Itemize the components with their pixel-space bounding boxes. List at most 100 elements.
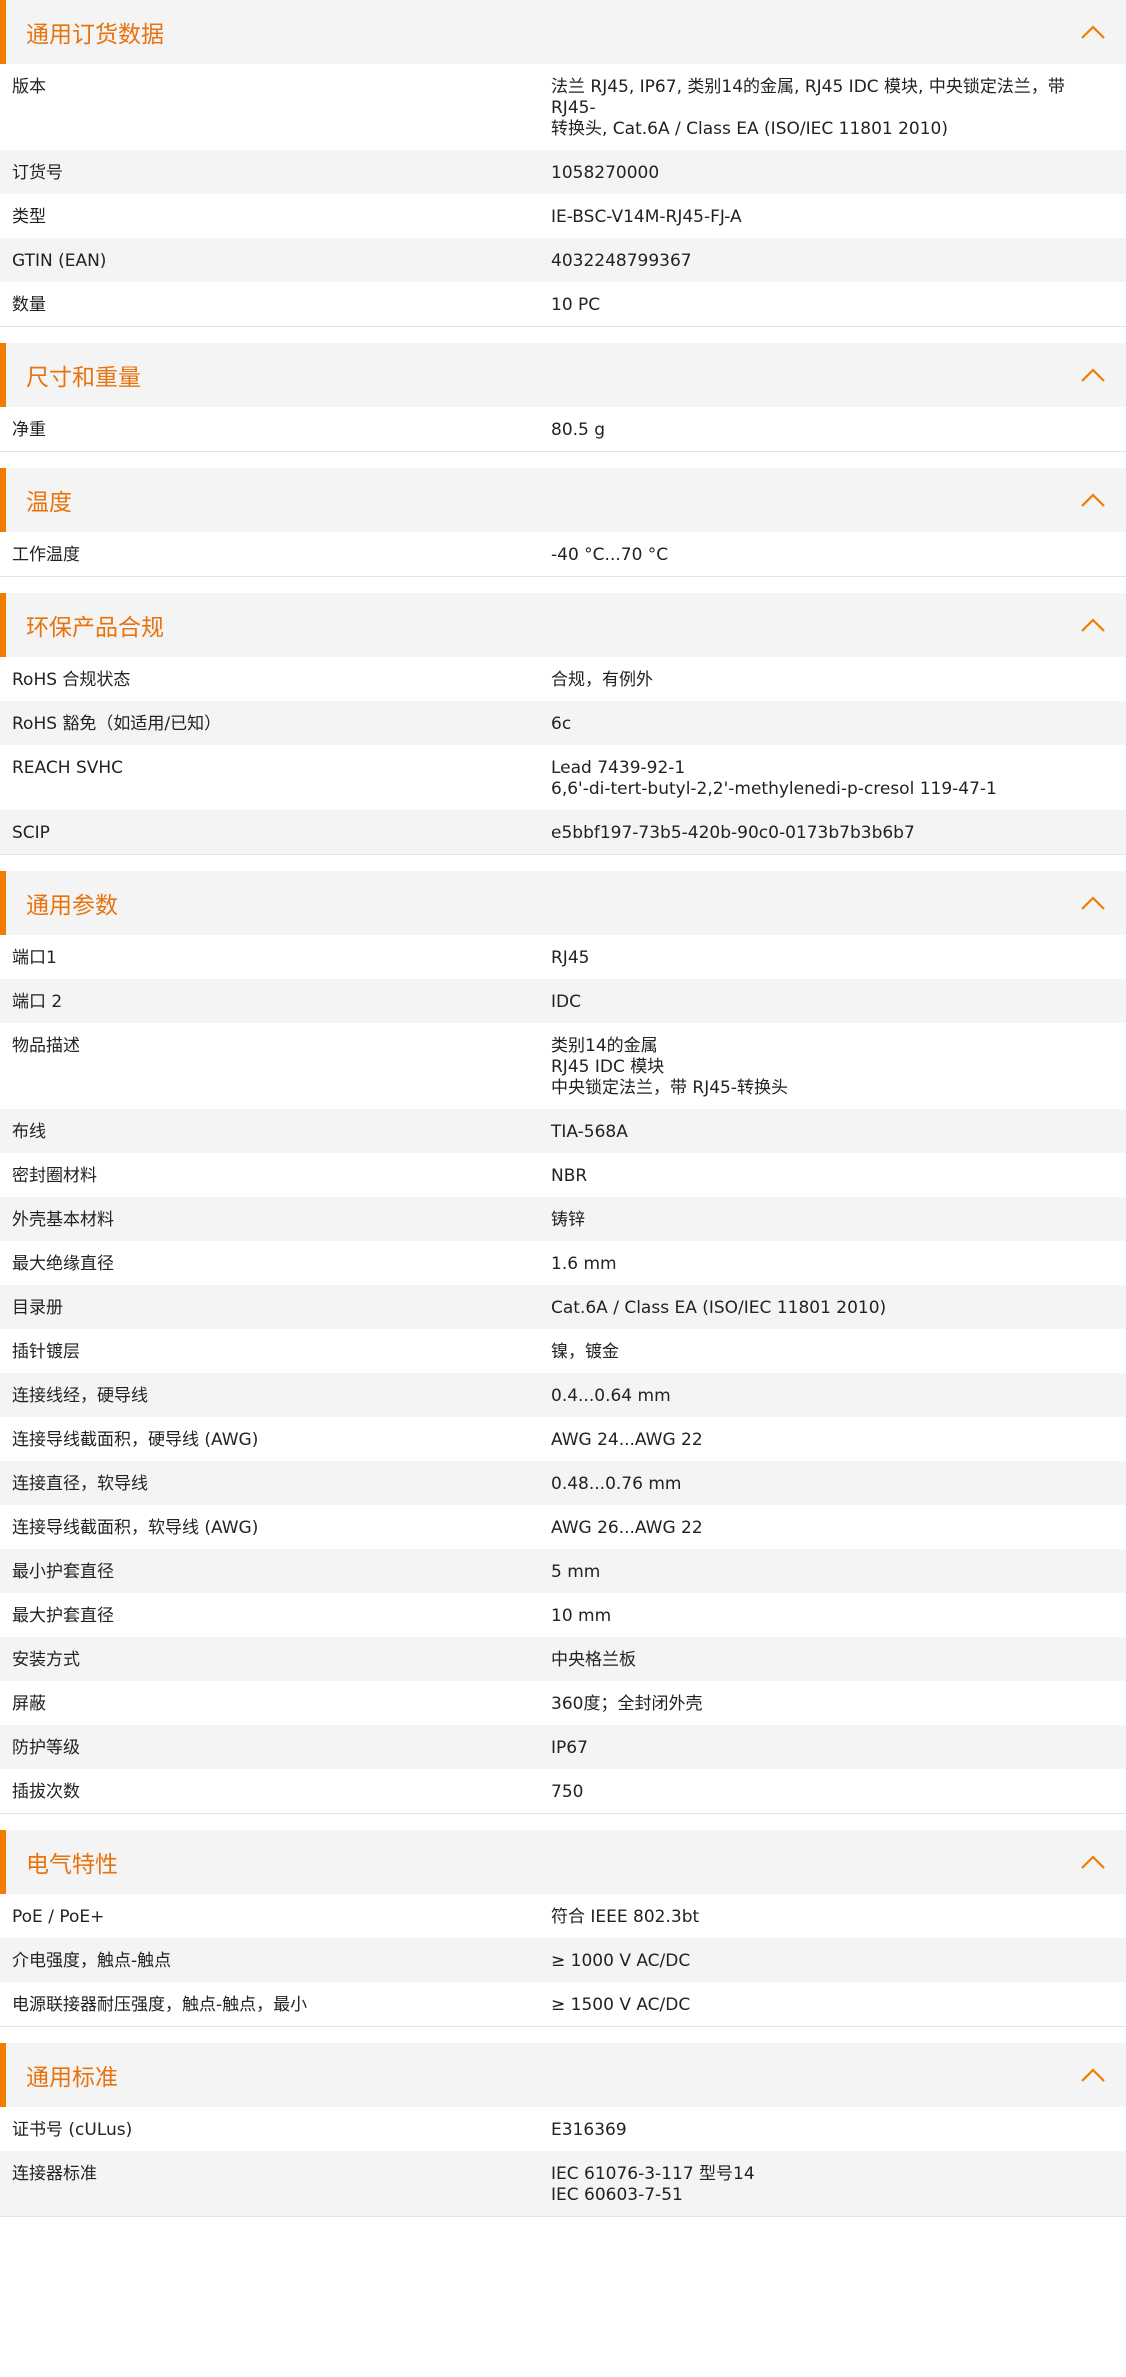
spec-row: 目录册 Cat.6A / Class EA (ISO/IEC 11801 2010… <box>0 1285 1126 1329</box>
collapse-button[interactable] <box>1078 485 1108 515</box>
chevron-up-icon <box>1081 368 1105 382</box>
spec-row: 连接导线截面积，软导线 (AWG) AWG 26...AWG 22 <box>0 1505 1126 1549</box>
spec-value-line: e5bbf197-73b5-420b-90c0-0173b7b3b6b7 <box>551 823 915 843</box>
spec-value-line: 法兰 RJ45, IP67, 类别14的金属, RJ45 IDC 模块, 中央锁… <box>551 77 1065 118</box>
spec-label: 端口1 <box>12 948 57 968</box>
spec-section: 电气特性 PoE / PoE+ 符合 IEEE 802.3bt 介电强度，触点-触点 ≥… <box>0 1830 1126 2027</box>
spec-value: 6c <box>551 714 1126 735</box>
spec-row: 防护等级 IP67 <box>0 1725 1126 1769</box>
spec-value: 镍，镀金 <box>551 1342 1126 1363</box>
spec-row: 工作温度 -40 °C...70 °C <box>0 532 1126 576</box>
spec-value: 0.4...0.64 mm <box>551 1386 1126 1407</box>
spec-label: 最大绝缘直径 <box>12 1254 114 1274</box>
spec-value-line: 6c <box>551 714 572 734</box>
spec-value-line: 10 mm <box>551 1606 612 1626</box>
spec-label: 版本 <box>12 77 46 97</box>
spec-value-line: Lead 7439-92-1 <box>551 758 686 778</box>
spec-value-line: 符合 IEEE 802.3bt <box>551 1907 700 1927</box>
spec-row: 介电强度，触点-触点 ≥ 1000 V AC/DC <box>0 1938 1126 1982</box>
spec-label: 数量 <box>12 295 46 315</box>
section-header[interactable]: 通用订货数据 <box>0 0 1126 64</box>
spec-value: 5 mm <box>551 1562 1126 1583</box>
spec-row: 证书号 (cULus) E316369 <box>0 2107 1126 2151</box>
spec-label: 连接线经，硬导线 <box>12 1386 148 1406</box>
spec-row: 密封圈材料 NBR <box>0 1153 1126 1197</box>
spec-table: 证书号 (cULus) E316369 连接器标准 IEC 61076-3-117 型… <box>0 2107 1126 2217</box>
spec-value: Lead 7439-92-1 6,6'-di-tert-butyl-2,2'-me… <box>551 758 1126 800</box>
section-title: 通用标准 <box>26 2065 118 2091</box>
spec-value: 1058270000 <box>551 163 1126 184</box>
spec-value: E316369 <box>551 2120 1126 2141</box>
spec-value-line: E316369 <box>551 2120 627 2140</box>
spec-row: 最大绝缘直径 1.6 mm <box>0 1241 1126 1285</box>
spec-value: TIA-568A <box>551 1122 1126 1143</box>
spec-section: 温度 工作温度 -40 °C...70 °C <box>0 468 1126 577</box>
section-header[interactable]: 尺寸和重量 <box>0 343 1126 407</box>
chevron-up-icon <box>1081 896 1105 910</box>
spec-row: 安装方式 中央格兰板 <box>0 1637 1126 1681</box>
section-header[interactable]: 电气特性 <box>0 1830 1126 1894</box>
chevron-up-icon <box>1081 1855 1105 1869</box>
spec-row: 端口 2 IDC <box>0 979 1126 1023</box>
spec-section: 尺寸和重量 净重 80.5 g <box>0 343 1126 452</box>
spec-value-line: 10 PC <box>551 295 601 315</box>
collapse-button[interactable] <box>1078 360 1108 390</box>
spec-label: 密封圈材料 <box>12 1166 97 1186</box>
section-header[interactable]: 通用标准 <box>0 2043 1126 2107</box>
spec-table: 版本 法兰 RJ45, IP67, 类别14的金属, RJ45 IDC 模块, 中… <box>0 64 1126 327</box>
spec-value-line: IE-BSC-V14M-RJ45-FJ-A <box>551 207 742 227</box>
section-title: 电气特性 <box>26 1852 118 1878</box>
spec-label: 最小护套直径 <box>12 1562 114 1582</box>
spec-value-line: TIA-568A <box>551 1122 628 1142</box>
spec-section: 通用参数 端口1 RJ45 端口 2 IDC 物品描述 类别14的金属 RJ45 IDC 模块… <box>0 871 1126 1814</box>
spec-label: 最大护套直径 <box>12 1606 114 1626</box>
section-header[interactable]: 温度 <box>0 468 1126 532</box>
spec-row: SCIP e5bbf197-73b5-420b-90c0-0173b7b3b6b7 <box>0 810 1126 854</box>
spec-section: 环保产品合规 RoHS 合规状态 合规，有例外 RoHS 豁免（如适用/已知） 6c RE… <box>0 593 1126 855</box>
collapse-button[interactable] <box>1078 2060 1108 2090</box>
spec-label: 连接直径，软导线 <box>12 1474 148 1494</box>
spec-row: RoHS 豁免（如适用/已知） 6c <box>0 701 1126 745</box>
collapse-button[interactable] <box>1078 610 1108 640</box>
spec-label: 物品描述 <box>12 1036 80 1056</box>
spec-value-line: AWG 26...AWG 22 <box>551 1518 703 1538</box>
collapse-button[interactable] <box>1078 1847 1108 1877</box>
spec-row: 类型 IE-BSC-V14M-RJ45-FJ-A <box>0 194 1126 238</box>
chevron-up-icon <box>1081 493 1105 507</box>
spec-section: 通用标准证书号 (cULus) E316369 连接器标准 IEC 61076-3-1… <box>0 2043 1126 2217</box>
spec-label: 插针镀层 <box>12 1342 80 1362</box>
spec-label: 类型 <box>12 207 46 227</box>
spec-row: 订货号 1058270000 <box>0 150 1126 194</box>
spec-label: PoE / PoE+ <box>12 1907 105 1927</box>
spec-row: 连接导线截面积，硬导线 (AWG) AWG 24...AWG 22 <box>0 1417 1126 1461</box>
spec-row: REACH SVHC Lead 7439-92-1 6,6'-di-tert-but… <box>0 745 1126 810</box>
spec-row: PoE / PoE+ 符合 IEEE 802.3bt <box>0 1894 1126 1938</box>
spec-value-line: ≥ 1500 V AC/DC <box>551 1995 691 2015</box>
spec-label: GTIN (EAN) <box>12 251 107 271</box>
spec-section: 通用订货数据版本 法兰 RJ45, IP67, 类别14的金属, RJ45 IDC… <box>0 0 1126 327</box>
spec-value: 合规，有例外 <box>551 670 1126 691</box>
spec-value-line: RJ45 <box>551 948 590 968</box>
spec-row: 连接直径，软导线 0.48...0.76 mm <box>0 1461 1126 1505</box>
collapse-button[interactable] <box>1078 17 1108 47</box>
spec-value: -40 °C...70 °C <box>551 545 1126 566</box>
section-title: 通用订货数据 <box>26 22 164 48</box>
spec-value-line: 0.4...0.64 mm <box>551 1386 671 1406</box>
spec-value: e5bbf197-73b5-420b-90c0-0173b7b3b6b7 <box>551 823 1126 844</box>
spec-row: 版本 法兰 RJ45, IP67, 类别14的金属, RJ45 IDC 模块, 中… <box>0 64 1126 150</box>
collapse-button[interactable] <box>1078 888 1108 918</box>
spec-label: RoHS 豁免（如适用/已知） <box>12 714 222 734</box>
spec-value-line: 铸锌 <box>551 1210 585 1230</box>
spec-row: RoHS 合规状态 合规，有例外 <box>0 657 1126 701</box>
spec-value-line: AWG 24...AWG 22 <box>551 1430 703 1450</box>
spec-row: 净重 80.5 g <box>0 407 1126 451</box>
section-header[interactable]: 通用参数 <box>0 871 1126 935</box>
spec-value-line: IDC <box>551 992 581 1012</box>
spec-value-line: 1058270000 <box>551 163 660 183</box>
spec-value: IDC <box>551 992 1126 1013</box>
section-header[interactable]: 环保产品合规 <box>0 593 1126 657</box>
spec-row: 端口1 RJ45 <box>0 935 1126 979</box>
spec-value: 750 <box>551 1782 1126 1803</box>
